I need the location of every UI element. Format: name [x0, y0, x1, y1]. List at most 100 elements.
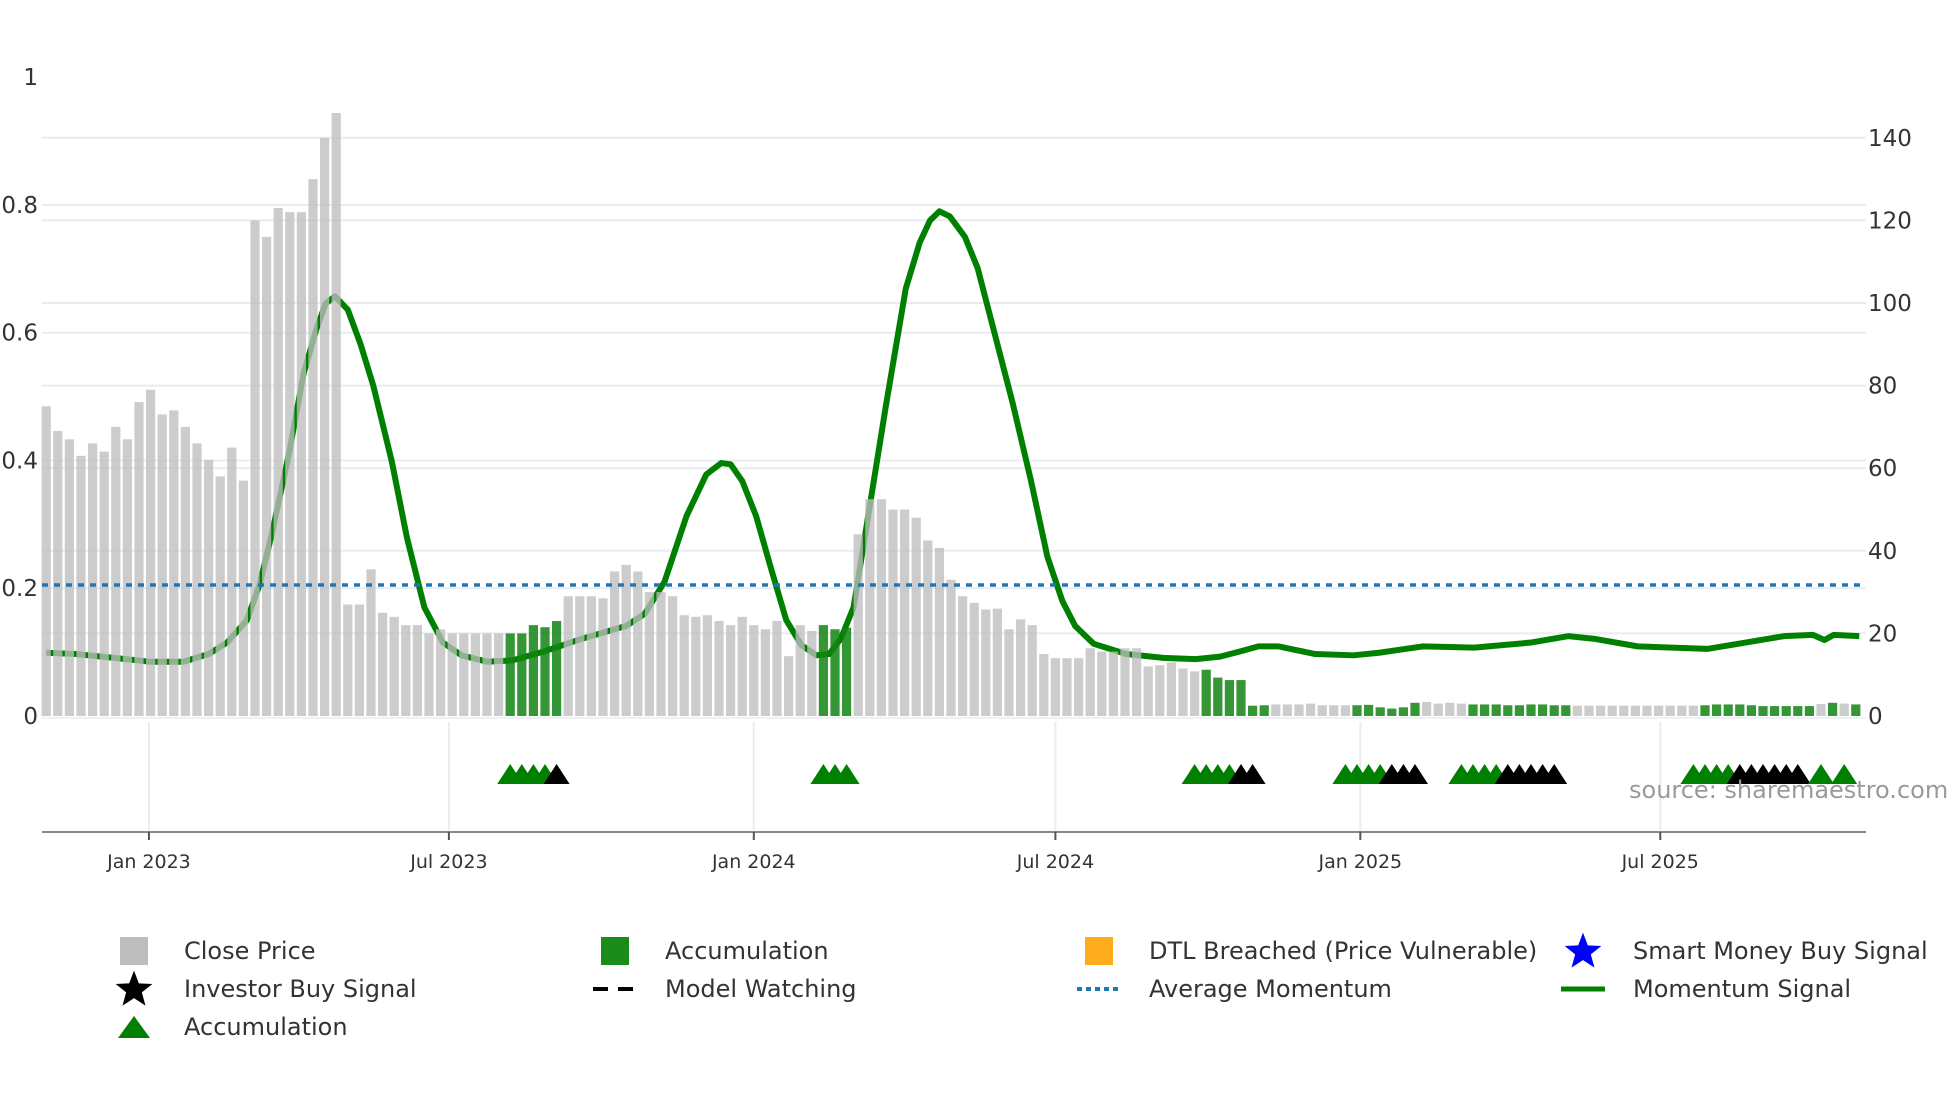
accumulation-bar	[1514, 705, 1524, 716]
right-axis-tick-label: 0	[1868, 704, 1883, 730]
accumulation-bar	[1201, 669, 1211, 716]
close-price-bar	[1166, 662, 1176, 716]
close-price-bar	[1677, 705, 1687, 716]
close-price-bar	[1120, 648, 1130, 716]
close-price-bar	[180, 426, 190, 716]
close-price-bar	[807, 630, 817, 716]
close-price-bar	[1816, 704, 1826, 716]
close-price-bar	[981, 609, 991, 716]
accumulation-bar	[1213, 677, 1223, 716]
close-price-bar	[320, 137, 330, 717]
close-price-bar	[401, 625, 411, 716]
accumulation-bar	[1375, 707, 1385, 716]
left-axis-tick-label: 0.8	[1, 193, 38, 219]
accumulation-bar	[517, 633, 527, 716]
close-price-bar	[1433, 703, 1443, 716]
close-price-bar	[934, 547, 944, 716]
close-price-bar	[1282, 704, 1292, 716]
accumulation-bar	[1248, 705, 1258, 716]
close-price-bar	[1654, 705, 1664, 716]
close-price-bar	[598, 598, 608, 716]
close-price-bar	[644, 592, 654, 716]
close-price-bar	[215, 476, 225, 716]
close-price-bar	[1108, 651, 1118, 716]
close-price-bar	[1619, 705, 1629, 716]
close-price-bar	[1132, 648, 1142, 716]
close-price-bar	[1306, 703, 1316, 716]
close-price-bar	[633, 571, 643, 716]
close-price-bar	[238, 480, 248, 716]
left-axis-tick-label: 0.6	[1, 321, 38, 347]
close-price-bar	[1688, 705, 1698, 716]
accumulation-bar	[1398, 707, 1408, 716]
accumulation-bar	[1758, 706, 1768, 716]
close-price-bar	[494, 633, 504, 716]
close-price-bar	[575, 596, 585, 716]
right-axis-tick-label: 40	[1868, 539, 1897, 565]
close-price-bar	[760, 629, 770, 716]
close-price-bar	[204, 459, 214, 716]
accumulation-bar	[540, 627, 550, 716]
close-price-bar	[586, 596, 596, 716]
right-axis-tick-label: 80	[1868, 374, 1897, 400]
close-price-bar	[900, 509, 910, 716]
close-price-bar	[969, 602, 979, 716]
close-price-bar	[1596, 705, 1606, 716]
close-price-bar	[88, 443, 98, 716]
close-price-bar	[389, 616, 399, 716]
close-price-bar	[946, 579, 956, 716]
close-price-bar	[1839, 703, 1849, 716]
close-price-bar	[1630, 705, 1640, 716]
accumulation-bar	[1259, 705, 1269, 716]
close-price-bar	[610, 571, 620, 716]
close-price-bar	[470, 633, 480, 716]
x-tick-label: Jan 2025	[1317, 851, 1402, 873]
close-price-bar	[296, 212, 306, 716]
close-price-bar	[714, 621, 724, 716]
accumulation-bar	[1804, 706, 1814, 716]
close-price-bar	[285, 212, 295, 716]
accumulation-bar	[1538, 704, 1548, 716]
close-price-bar	[1317, 705, 1327, 716]
close-price-bar	[992, 608, 1002, 716]
accumulation-bar	[1410, 702, 1420, 716]
close-price-bar	[111, 426, 121, 716]
accumulation-bar	[1224, 680, 1234, 716]
accumulation-bar	[1746, 705, 1756, 716]
close-price-bar	[1004, 629, 1014, 716]
close-price-bar	[563, 596, 573, 716]
close-price-bar	[1422, 701, 1432, 716]
accumulation-bar	[528, 625, 538, 716]
right-axis-tick-label: 120	[1868, 208, 1912, 234]
close-price-bar	[424, 633, 434, 716]
close-price-bar	[1584, 705, 1594, 716]
accumulation-bar	[1735, 704, 1745, 716]
close-price-bar	[702, 615, 712, 716]
close-price-bar	[1027, 625, 1037, 716]
close-price-bar	[354, 604, 364, 716]
close-price-bar	[1607, 705, 1617, 716]
close-price-bar	[1097, 651, 1107, 716]
accumulation-bar	[1561, 705, 1571, 716]
x-tick-label: Jan 2024	[711, 851, 796, 873]
accumulation-bar	[1480, 704, 1490, 716]
close-price-bar	[876, 499, 886, 716]
accumulation-bar	[1723, 704, 1733, 716]
close-price-bar	[1016, 619, 1026, 716]
accumulation-bar	[1781, 706, 1791, 716]
accumulation-bar	[1549, 705, 1559, 716]
left-axis-tick-label: 0	[23, 704, 38, 730]
close-price-bar	[865, 499, 875, 716]
right-axis-tick-label: 140	[1868, 126, 1912, 152]
close-price-bar	[122, 439, 132, 716]
close-price-bar	[64, 439, 74, 716]
close-price-bar	[772, 621, 782, 716]
close-price-bar	[227, 447, 237, 716]
close-price-bar	[853, 534, 863, 716]
accumulation-bar	[830, 629, 840, 716]
left-axis-tick-label: 0.2	[1, 576, 38, 602]
close-price-bar	[958, 596, 968, 716]
close-price-bar	[262, 236, 272, 717]
close-price-bar	[1039, 654, 1049, 716]
x-tick-label: Jul 2024	[1016, 851, 1094, 873]
